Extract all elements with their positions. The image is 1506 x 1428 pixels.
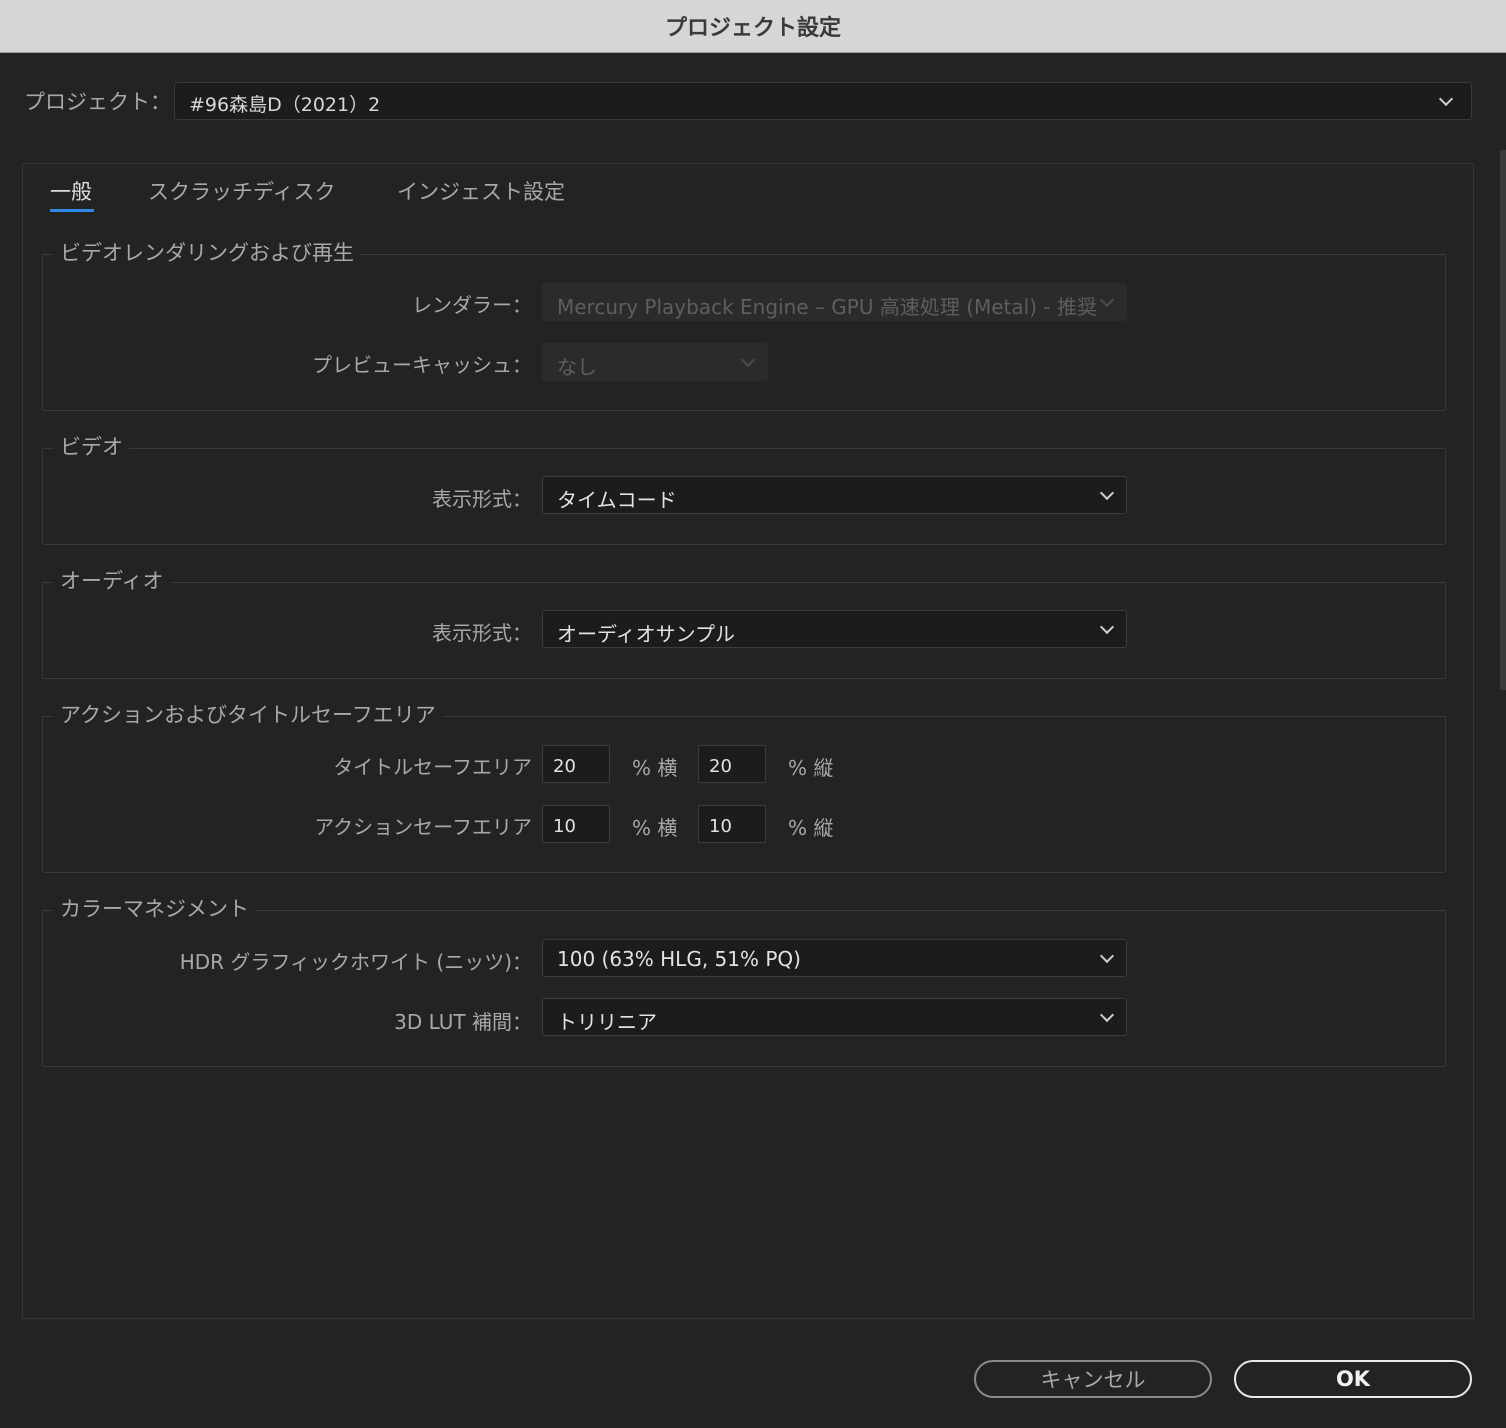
group-color-management: [42, 910, 1446, 1067]
action-safe-vertical-unit: % 縦: [788, 816, 834, 840]
video-display-format-label: 表示形式：: [432, 487, 532, 511]
preview-cache-select: なし: [542, 343, 768, 381]
lut-interpolation-value: トリリニア: [557, 1010, 657, 1034]
project-label: プロジェクト：: [24, 90, 171, 114]
audio-display-format-value: オーディオサンプル: [557, 622, 735, 646]
hdr-white-select[interactable]: 100 (63% HLG, 51% PQ): [542, 939, 1127, 977]
group-title-color-management: カラーマネジメント: [54, 896, 255, 922]
window-titlebar: プロジェクト設定: [0, 0, 1506, 53]
title-safe-horizontal-unit: % 横: [632, 756, 678, 780]
tab-ingest-settings[interactable]: インジェスト設定: [397, 176, 565, 206]
hdr-white-value: 100 (63% HLG, 51% PQ): [557, 947, 801, 971]
project-select[interactable]: #96森島D（2021）2: [174, 82, 1472, 120]
lut-interpolation-select[interactable]: トリリニア: [542, 998, 1127, 1036]
cancel-button[interactable]: キャンセル: [974, 1360, 1212, 1398]
chevron-down-icon: [1099, 292, 1115, 308]
chevron-down-icon: [1438, 91, 1454, 107]
video-display-format-value: タイムコード: [557, 488, 677, 512]
chevron-down-icon: [740, 352, 756, 368]
lut-interpolation-label: 3D LUT 補間：: [394, 1010, 532, 1034]
action-safe-horizontal-input[interactable]: 10: [542, 805, 610, 843]
project-select-value: #96森島D（2021）2: [189, 94, 381, 116]
title-safe-horizontal-input[interactable]: 20: [542, 745, 610, 783]
title-safe-vertical-unit: % 縦: [788, 756, 834, 780]
action-safe-horizontal-unit: % 横: [632, 816, 678, 840]
chevron-down-icon: [1099, 619, 1115, 635]
chevron-down-icon: [1099, 948, 1115, 964]
group-title-safe-areas: アクションおよびタイトルセーフエリア: [54, 702, 442, 728]
group-title-video: ビデオ: [54, 434, 129, 460]
audio-display-format-label: 表示形式：: [432, 621, 532, 645]
title-safe-vertical-input[interactable]: 20: [698, 745, 766, 783]
action-safe-vertical-input[interactable]: 10: [698, 805, 766, 843]
video-display-format-select[interactable]: タイムコード: [542, 476, 1127, 514]
tab-scratch-disks[interactable]: スクラッチディスク: [148, 176, 336, 206]
group-safe-areas: [42, 716, 1446, 873]
action-safe-label: アクションセーフエリア: [314, 815, 532, 839]
group-title-video-rendering: ビデオレンダリングおよび再生: [54, 240, 360, 266]
ok-button[interactable]: OK: [1234, 1360, 1472, 1398]
renderer-select: Mercury Playback Engine – GPU 高速処理 (Meta…: [542, 283, 1127, 321]
active-tab-indicator: [50, 209, 94, 212]
group-title-audio: オーディオ: [54, 568, 170, 594]
title-safe-label: タイトルセーフエリア: [333, 755, 532, 779]
chevron-down-icon: [1099, 485, 1115, 501]
audio-display-format-select[interactable]: オーディオサンプル: [542, 610, 1127, 648]
renderer-label: レンダラー：: [412, 293, 532, 317]
tab-general[interactable]: 一般: [50, 176, 92, 206]
window-title: プロジェクト設定: [664, 16, 841, 41]
preview-cache-label: プレビューキャッシュ：: [312, 353, 532, 377]
preview-cache-value: なし: [557, 355, 597, 379]
renderer-value: Mercury Playback Engine – GPU 高速処理 (Meta…: [557, 295, 1097, 319]
chevron-down-icon: [1099, 1007, 1115, 1023]
window-edge: [1500, 150, 1506, 690]
hdr-white-label: HDR グラフィックホワイト (ニッツ)：: [179, 950, 532, 974]
group-video-rendering: [42, 254, 1446, 411]
